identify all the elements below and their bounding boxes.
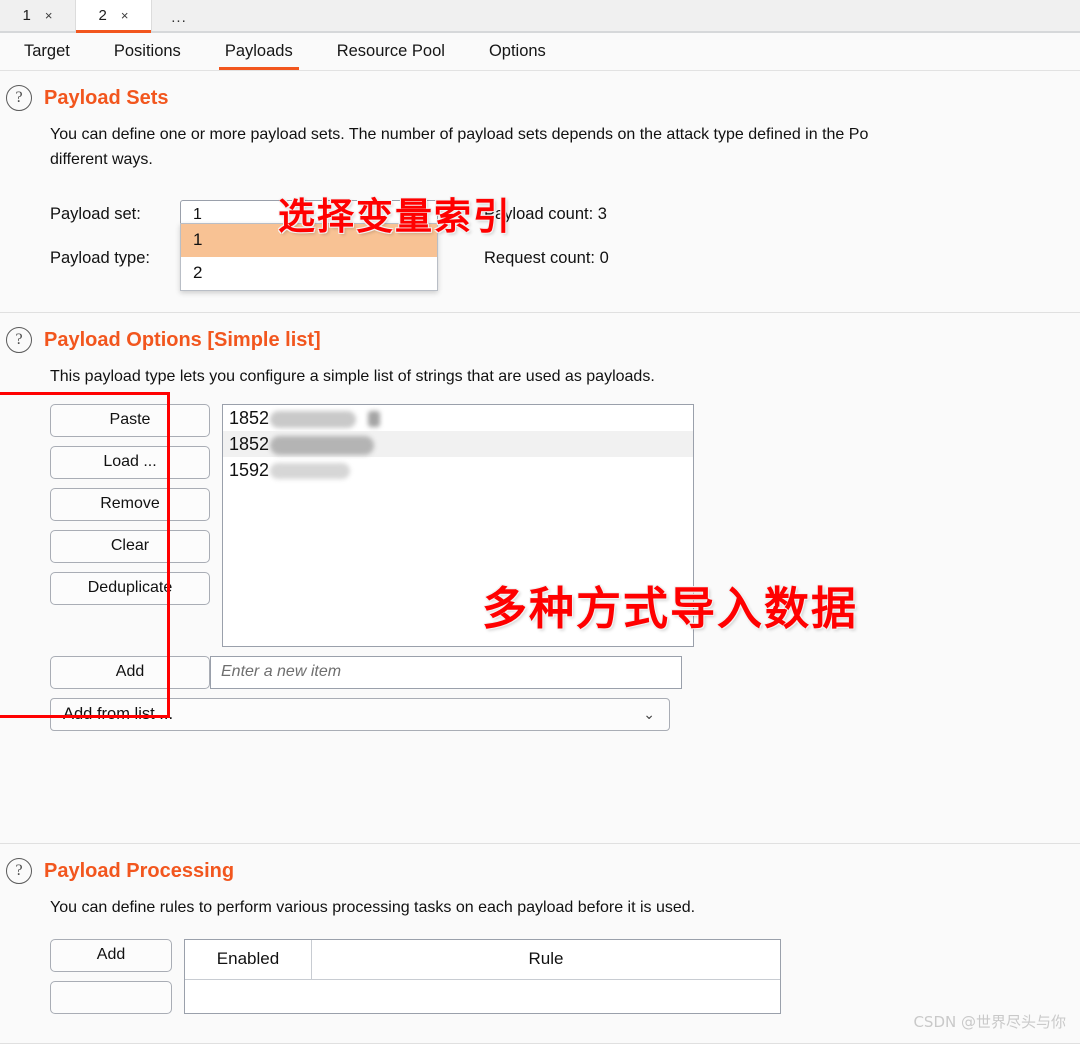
payload-processing-header: ? Payload Processing (0, 858, 1080, 884)
tab-strip-filler (206, 0, 1080, 31)
tab-positions[interactable]: Positions (92, 33, 203, 70)
help-icon[interactable]: ? (6, 858, 32, 884)
payload-sets-form: Payload set: 1 ⌄ Payload count: 3 Payloa… (0, 193, 1080, 291)
payload-options-header: ? Payload Options [Simple list] (0, 327, 1080, 353)
new-item-placeholder: Enter a new item (221, 663, 342, 681)
list-item-text: 1852 (229, 407, 270, 428)
attack-tab-1-label: 1 (22, 7, 31, 24)
tab-options[interactable]: Options (467, 33, 568, 70)
payload-options-title: Payload Options [Simple list] (44, 328, 321, 351)
list-item[interactable]: 1852 (223, 430, 693, 457)
redaction-mask (270, 410, 357, 428)
payload-processing-table: Enabled Rule (184, 938, 781, 1014)
payload-set-dropdown-list[interactable]: 1 2 (180, 222, 438, 291)
watermark: CSDN @世界尽头与你 (913, 1013, 1066, 1031)
paste-button[interactable]: Paste (50, 403, 210, 437)
payload-sets-panel: ? Payload Sets You can define one or mor… (0, 71, 1080, 313)
attack-tab-2-label: 2 (98, 7, 107, 24)
table-header-row: Enabled Rule (185, 939, 780, 980)
close-icon[interactable]: × (45, 9, 53, 22)
payload-processing-buttons: Add (50, 938, 172, 1014)
list-item-text: 1592 (229, 459, 270, 480)
description-line-1: You can define one or more payload sets.… (50, 126, 869, 143)
payload-list-buttons: Paste Load ... Remove Clear Deduplicate … (50, 403, 210, 689)
payload-options-description: This payload type lets you configure a s… (50, 368, 655, 385)
rule-button-secondary[interactable] (50, 980, 172, 1014)
description-line-2: different ways. (50, 150, 153, 168)
burp-intruder-window: 1 × 2 × ... Target Positions Payloads Re… (0, 0, 1080, 1044)
close-icon[interactable]: × (121, 9, 129, 22)
section-tab-bar: Target Positions Payloads Resource Pool … (0, 33, 1080, 71)
list-item-text: 1852 (229, 433, 270, 454)
attack-tab-2[interactable]: 2 × (76, 0, 152, 33)
clear-button[interactable]: Clear (50, 529, 210, 563)
payload-list[interactable]: 1852 1852 1592 (222, 403, 694, 647)
dropdown-option-2[interactable]: 2 (181, 256, 437, 290)
add-from-list-label: Add from list ... (63, 704, 174, 723)
tab-resource-pool[interactable]: Resource Pool (315, 33, 467, 70)
tab-payloads[interactable]: Payloads (203, 33, 315, 70)
help-icon[interactable]: ? (6, 327, 32, 353)
add-rule-button[interactable]: Add (50, 938, 172, 972)
payload-count: Payload count: 3 (484, 205, 607, 224)
table-row[interactable] (185, 980, 780, 1006)
redaction-mask (368, 411, 381, 428)
attack-tab-1[interactable]: 1 × (0, 0, 76, 31)
payload-options-panel: ? Payload Options [Simple list] This pay… (0, 313, 1080, 844)
attack-tab-strip: 1 × 2 × ... (0, 0, 1080, 33)
help-icon[interactable]: ? (6, 85, 32, 111)
payload-processing-description: You can define rules to perform various … (50, 899, 696, 916)
payload-sets-title: Payload Sets (44, 86, 169, 109)
add-from-list-select[interactable]: Add from list ... ⌄ (50, 697, 670, 731)
tab-target[interactable]: Target (2, 33, 92, 70)
request-count: Request count: 0 (484, 249, 609, 268)
column-header-enabled: Enabled (185, 939, 312, 980)
column-header-rule: Rule (312, 940, 780, 980)
payload-list-area: Paste Load ... Remove Clear Deduplicate … (50, 403, 1080, 689)
payload-options-body: Paste Load ... Remove Clear Deduplicate … (0, 391, 1080, 757)
new-item-input[interactable]: Enter a new item (210, 655, 682, 689)
new-item-area: Enter a new item (210, 655, 682, 689)
chevron-down-icon: ⌄ (643, 705, 655, 722)
payload-set-label: Payload set: (50, 205, 141, 224)
add-payload-button[interactable]: Add (50, 655, 210, 689)
load-button[interactable]: Load ... (50, 445, 210, 479)
attack-tab-overflow[interactable]: ... (152, 0, 206, 31)
redaction-mask (270, 463, 351, 480)
payload-processing-body: Add Enabled Rule (0, 938, 1080, 1014)
payload-sets-description: You can define one or more payload sets.… (0, 123, 1080, 173)
list-item[interactable]: 1852 (223, 405, 693, 431)
dropdown-option-1[interactable]: 1 (181, 223, 437, 257)
deduplicate-button[interactable]: Deduplicate (50, 571, 210, 605)
payload-sets-header: ? Payload Sets (0, 85, 1080, 111)
payload-type-label: Payload type: (50, 249, 150, 268)
list-item[interactable]: 1592 (223, 457, 693, 483)
remove-button[interactable]: Remove (50, 487, 210, 521)
redaction-mask (270, 435, 375, 455)
payload-processing-title: Payload Processing (44, 859, 235, 882)
chevron-down-icon: ⌄ (416, 206, 427, 222)
payload-set-value: 1 (193, 205, 202, 223)
